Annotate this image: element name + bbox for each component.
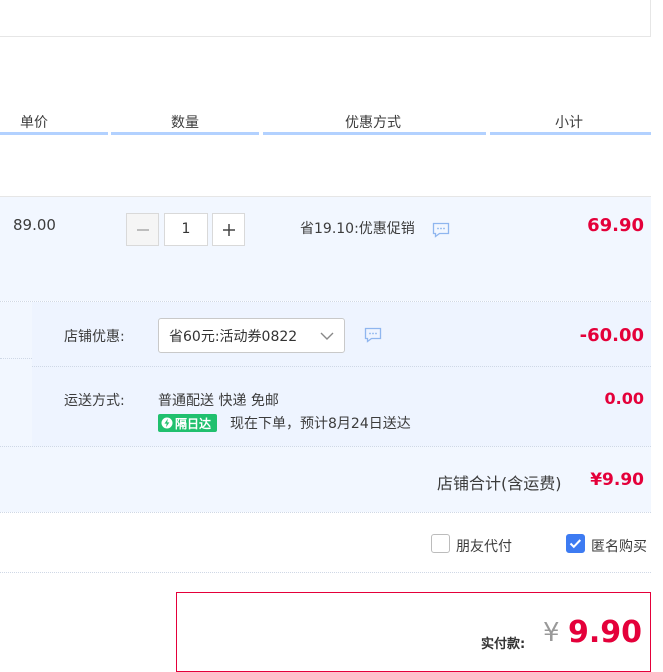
quantity-increase-button[interactable] xyxy=(212,213,245,246)
header-quantity: 数量 xyxy=(171,115,199,131)
payment-amount: 9.90 xyxy=(568,615,643,650)
header-unit-price: 单价 xyxy=(20,115,48,131)
row-divider xyxy=(32,366,651,367)
top-panel xyxy=(0,0,651,37)
shipping-eta: 现在下单，预计8月24日送达 xyxy=(230,416,411,432)
anonymous-label[interactable]: 匿名购买 xyxy=(591,536,647,556)
shop-total-amount: ¥9.90 xyxy=(590,470,644,490)
shipping-amount: 0.00 xyxy=(604,389,644,408)
chat-bubble-icon[interactable] xyxy=(432,222,450,242)
shop-coupon-select[interactable]: 省60元:活动券0822 xyxy=(158,318,345,353)
checkmark-icon xyxy=(569,539,582,549)
friend-pay-label[interactable]: 朋友代付 xyxy=(456,536,512,556)
item-discount-text: 省19.10:优惠促销 xyxy=(300,221,415,237)
anonymous-checkbox[interactable] xyxy=(566,534,585,553)
header-underline xyxy=(490,132,651,135)
next-day-badge-label: 隔日达 xyxy=(175,416,212,431)
shop-coupon-selected: 省60元:活动券0822 xyxy=(169,329,298,345)
header-underline xyxy=(263,132,486,135)
header-underline xyxy=(0,132,108,135)
section-divider xyxy=(0,512,651,513)
header-discount-method: 优惠方式 xyxy=(345,115,401,131)
item-subtotal: 69.90 xyxy=(587,215,644,236)
quantity-decrease-button[interactable] xyxy=(126,213,159,246)
header-subtotal: 小计 xyxy=(555,115,583,131)
plus-icon xyxy=(222,223,235,236)
shop-total-label: 店铺合计(含运费) xyxy=(437,474,562,493)
lightning-icon xyxy=(161,417,173,429)
shop-discount-label: 店铺优惠: xyxy=(64,329,125,345)
row-divider xyxy=(0,446,651,447)
payment-label: 实付款: xyxy=(481,637,526,652)
header-underline xyxy=(111,132,259,135)
section-divider xyxy=(0,572,651,573)
quantity-input[interactable]: 1 xyxy=(164,213,208,246)
shop-discount-amount: -60.00 xyxy=(579,325,644,346)
next-day-badge: 隔日达 xyxy=(158,414,217,432)
payment-currency: ¥ xyxy=(543,618,560,648)
row-divider xyxy=(0,358,32,359)
item-unit-price: 89.00 xyxy=(13,216,56,234)
chevron-down-icon xyxy=(320,329,334,345)
shipping-label: 运送方式: xyxy=(64,393,125,409)
friend-pay-checkbox[interactable] xyxy=(431,534,450,553)
chat-bubble-icon[interactable] xyxy=(364,327,382,347)
item-row xyxy=(0,197,651,301)
minus-icon xyxy=(136,228,149,231)
shipping-method: 普通配送 快递 免邮 xyxy=(158,393,279,409)
